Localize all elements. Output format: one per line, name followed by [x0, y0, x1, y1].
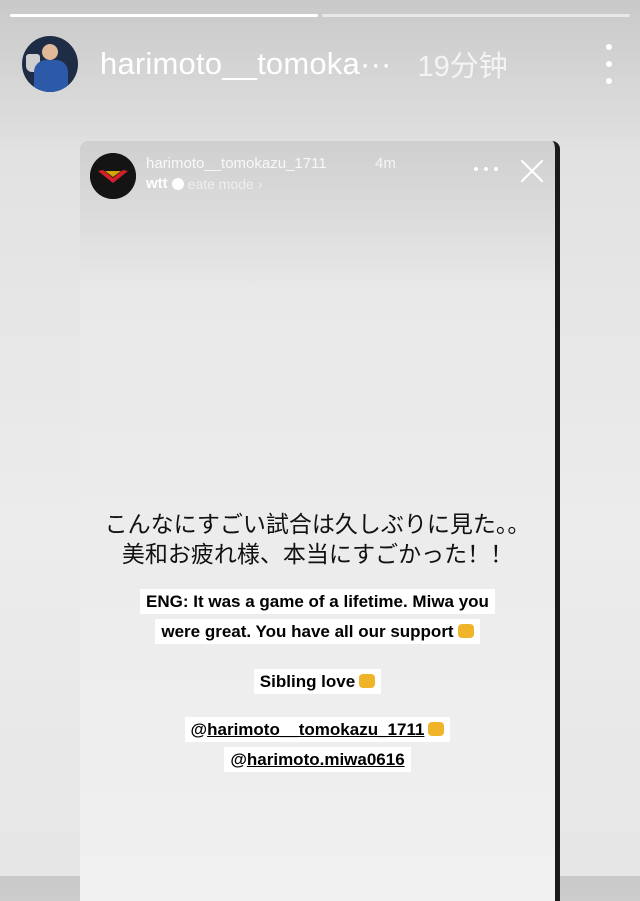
card-subline: wtt eate mode › [146, 175, 262, 192]
heart-hands-icon [359, 674, 376, 688]
tag-prefix-2: @ [230, 750, 247, 769]
mention-tags: @harimoto__tomokazu_1711 @harimoto.miwa06… [80, 715, 555, 775]
close-icon[interactable] [518, 157, 546, 185]
progress-segment-1 [10, 14, 318, 17]
sibling-text: Sibling love [259, 672, 356, 691]
story-progress [10, 14, 630, 17]
flexed-biceps-icon [457, 624, 474, 638]
mention-tag-1[interactable]: harimoto__tomokazu_1711 [207, 720, 424, 739]
avatar[interactable] [22, 36, 78, 92]
progress-segment-2 [322, 14, 630, 17]
sibling-caption-text: Sibling love [253, 669, 382, 694]
english-line-2: were great. You have all our support [161, 622, 454, 641]
avatar-figure-head [42, 44, 58, 60]
avatar-figure-body [34, 60, 68, 92]
english-caption: ENG: It was a game of a lifetime. Miwa y… [80, 587, 555, 647]
story-username[interactable]: harimoto__tomoka··· [100, 46, 392, 82]
mention-tags-text: @harimoto__tomokazu_1711 @harimoto.miwa06… [184, 717, 451, 772]
english-line-1: ENG: It was a game of a lifetime. Miwa y… [146, 592, 489, 611]
card-time-ago: 4m [375, 155, 396, 172]
japanese-line-2: 美和お疲れ様、本当にすごかった！！ [121, 542, 514, 568]
shared-story-card: harimoto__tomokazu_1711 4m wtt eate mode… [80, 141, 560, 901]
card-mode-text: eate mode › [187, 175, 263, 192]
more-horizontal-icon[interactable] [474, 167, 498, 173]
japanese-line-1: こんなにすごい試合は久しぶりに見た。。 [104, 512, 531, 538]
japanese-caption: こんなにすごい試合は久しぶりに見た。。 美和お疲れ様、本当にすごかった！！ [80, 510, 555, 570]
card-brand: wtt [146, 175, 168, 192]
wtt-logo-avatar[interactable] [90, 153, 136, 199]
card-username[interactable]: harimoto__tomokazu_1711 [146, 155, 327, 172]
progress-fill-1 [10, 14, 318, 17]
story-time-ago: 19分钟 [417, 51, 508, 83]
mention-tag-2[interactable]: harimoto.miwa0616 [247, 750, 405, 769]
card-header: harimoto__tomokazu_1711 4m wtt eate mode… [90, 151, 545, 201]
more-vertical-icon[interactable] [602, 44, 616, 84]
sibling-caption: Sibling love [80, 667, 555, 697]
handshake-icon [428, 722, 445, 736]
verified-badge-icon [171, 177, 184, 190]
story-header: harimoto__tomoka··· 19分钟 [22, 34, 620, 94]
english-caption-text: ENG: It was a game of a lifetime. Miwa y… [140, 589, 495, 644]
tag-prefix-1: @ [190, 720, 208, 739]
